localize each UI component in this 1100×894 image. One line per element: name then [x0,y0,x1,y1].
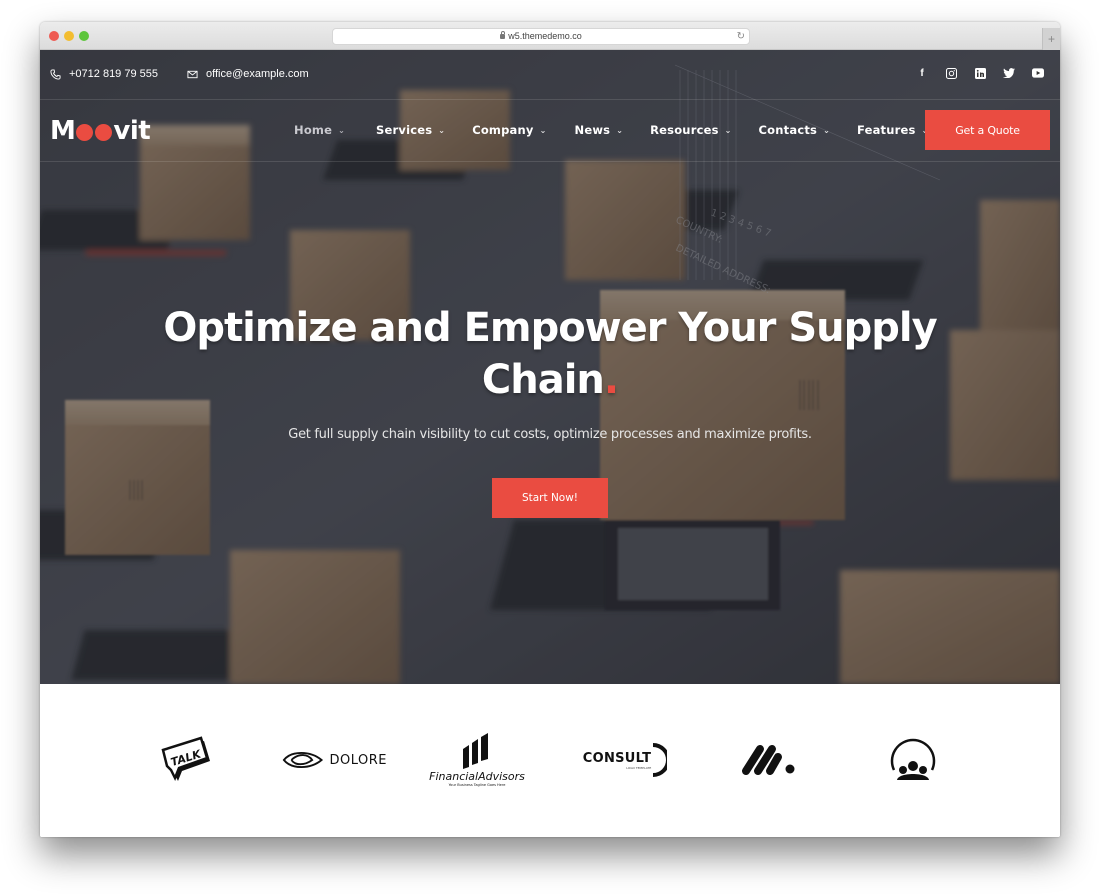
client-logo-financial-advisors[interactable]: FinancialAdvisors Your Business Tagline … [429,732,525,788]
email-address: office@example.com [206,68,309,80]
close-window-button[interactable] [49,31,59,41]
dolore-logo-text: DOLORE [329,752,387,768]
nav-item-news[interactable]: News ⌄ [575,123,624,137]
top-contact-bar: +0712 819 79 555 office@example.com f [40,50,1060,100]
twitter-icon[interactable] [1003,67,1015,79]
social-links: f [916,67,1044,79]
new-tab-button[interactable]: + [1042,28,1060,50]
envelope-icon [187,70,198,78]
logo-dot [95,124,113,141]
url-text: w5.themedemo.co [508,31,582,41]
main-menu: Home ⌄ Services ⌄ Company ⌄ News ⌄ Resources… [294,123,928,137]
reload-icon[interactable]: ↻ [737,29,745,44]
chevron-down-icon: ⌄ [539,125,547,135]
nav-item-resources[interactable]: Resources ⌄ [650,123,731,137]
nav-label: Resources [650,123,719,137]
client-logo-m-mark[interactable] [735,732,800,788]
chevron-down-icon: ⌄ [724,125,732,135]
client-logo-talk[interactable]: TALK [158,732,218,788]
hero-headline: Optimize and Empower Your Supply Chain. [40,302,1060,406]
logo-text-start: M [50,116,76,146]
client-logo-community[interactable] [883,732,943,788]
headline-accent-dot: . [603,357,619,403]
financial-text-a: Financial [429,770,479,783]
m-mark-logo-icon [741,745,794,775]
youtube-icon[interactable] [1032,67,1044,79]
financial-tagline: Your Business Tagline Goes Here [448,783,506,787]
financial-advisors-text: FinancialAdvisors [429,770,525,783]
phone-number: +0712 819 79 555 [69,68,159,80]
nav-item-company[interactable]: Company ⌄ [472,123,546,137]
consult-arc-icon [653,743,668,777]
start-now-button[interactable]: Start Now! [492,478,608,518]
financial-text-b: Advisors [478,770,525,783]
email-contact[interactable]: office@example.com [187,68,309,80]
community-people-icon [890,738,936,780]
headline-line-1: Optimize and Empower Your Supply [163,305,937,351]
address-bar[interactable]: w5.themedemo.co ↻ [332,28,750,45]
chevron-down-icon: ⌄ [616,125,624,135]
financial-bars-icon [463,733,488,769]
logo-dot [76,124,94,141]
consult-tagline: LOGO TEMPLATE [626,765,652,770]
phone-icon [50,68,61,80]
client-logos-section: TALK DOLORE FinancialAdvisors Your Busin… [40,684,1060,837]
dolore-leaf-icon [282,751,324,769]
nav-item-features[interactable]: Features⌄ [857,123,928,137]
logo-text-end: vit [113,116,151,146]
facebook-icon[interactable]: f [916,67,928,79]
phone-contact[interactable]: +0712 819 79 555 [50,68,158,80]
lock-icon [500,31,506,39]
moovit-logo[interactable]: Mvit [50,116,151,146]
consult-logo-text: CONSULT [582,750,652,766]
client-logo-consult[interactable]: CONSULT LOGO TEMPLATE [580,732,670,788]
nav-label: Contacts [758,123,818,137]
linkedin-icon[interactable] [974,67,986,79]
hero-subtitle: Get full supply chain visibility to cut … [288,427,812,442]
nav-label: Services [376,123,433,137]
headline-line-2: Chain [481,357,605,403]
plus-icon: + [1047,32,1055,46]
browser-titlebar: w5.themedemo.co ↻ + [40,22,1060,50]
chevron-down-icon: ⌄ [338,125,346,135]
get-a-quote-button[interactable]: Get a Quote [925,110,1050,150]
nav-item-home[interactable]: Home ⌄ [294,123,345,137]
hero-section: 1 2 3 4 5 6 7 COUNTRY: DETAILED ADDRESS:… [40,50,1060,684]
chevron-down-icon: ⌄ [438,125,446,135]
minimize-window-button[interactable] [64,31,74,41]
talk-logo-icon: TALK [161,736,210,782]
nav-label: Home [294,123,333,137]
main-navbar: Mvit Home ⌄ Services ⌄ Company ⌄ News ⌄ Reso… [40,100,1060,162]
instagram-icon[interactable] [945,67,957,79]
browser-window: w5.themedemo.co ↻ + 1 2 3 4 5 6 7 COUNTR… [40,22,1060,837]
nav-label: News [574,123,611,137]
chevron-down-icon: ⌄ [823,125,830,135]
nav-label: Features [857,123,916,137]
nav-item-contacts[interactable]: Contacts ⌄ [759,123,830,137]
client-logo-dolore[interactable]: DOLORE [282,732,387,788]
maximize-window-button[interactable] [79,31,89,41]
nav-label: Company [472,123,534,137]
nav-item-services[interactable]: Services ⌄ [376,123,445,137]
